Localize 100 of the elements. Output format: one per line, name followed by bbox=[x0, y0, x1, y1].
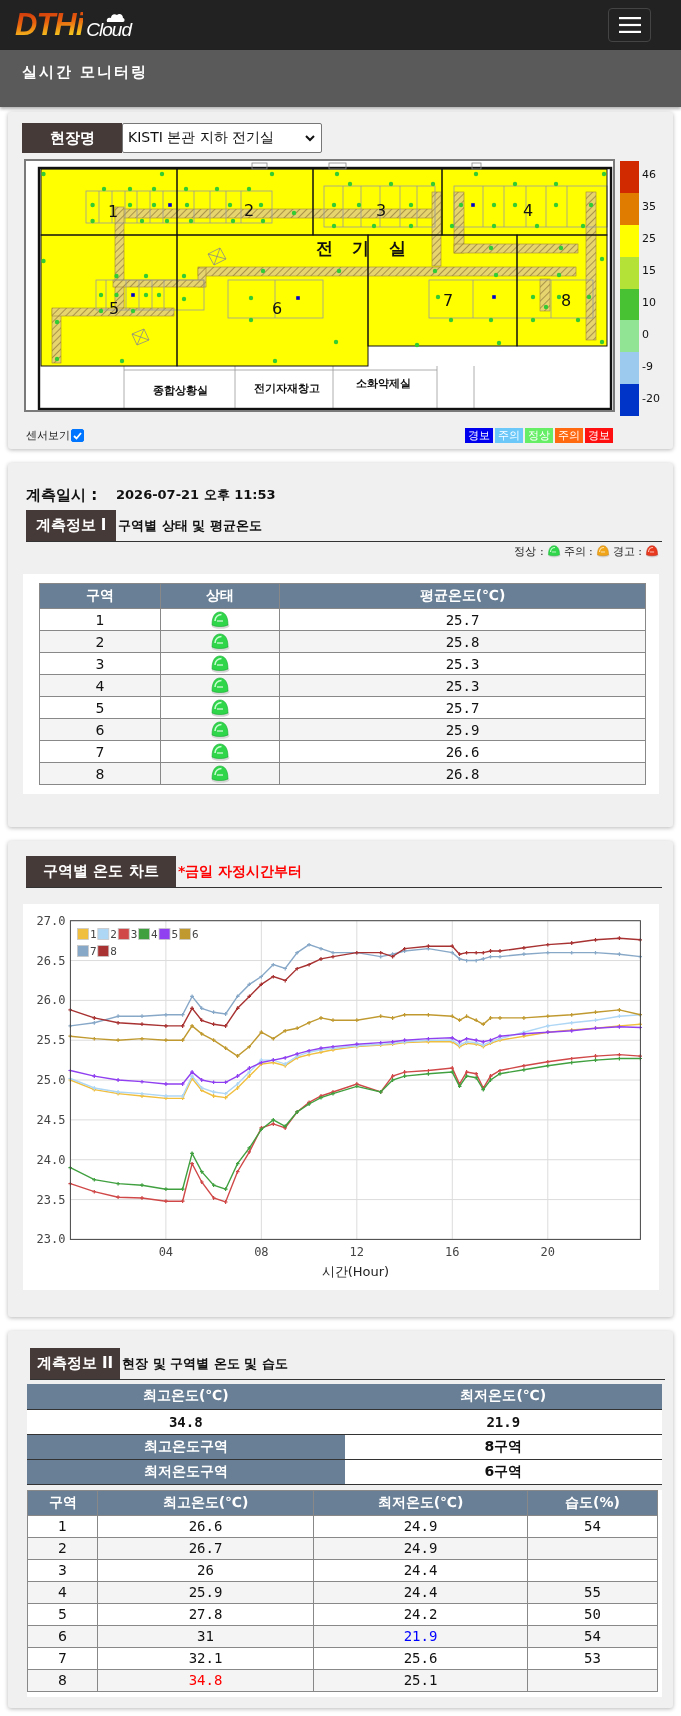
table-cell: 21.9 bbox=[313, 1625, 528, 1647]
table-cell: 5 bbox=[27, 1603, 98, 1625]
scale-label: 25 bbox=[642, 232, 656, 246]
table-cell: 54 bbox=[527, 1625, 658, 1647]
sensor-dot bbox=[54, 356, 60, 362]
sensor-dot bbox=[543, 304, 549, 310]
sensor-dot bbox=[556, 294, 562, 300]
table-cell: 7 bbox=[27, 1647, 98, 1669]
sensor-dot bbox=[151, 186, 157, 192]
date-label: 계측일시 : bbox=[26, 485, 99, 505]
sensor-dot bbox=[493, 272, 499, 278]
sensor-dot bbox=[183, 186, 189, 192]
legend-label: 7 bbox=[89, 944, 97, 958]
section-subtitle: 구역별 상태 및 평균온도 bbox=[117, 517, 262, 535]
sensor-dot bbox=[184, 202, 190, 208]
table-cell: 55 bbox=[527, 1581, 658, 1603]
sensor-dot bbox=[269, 171, 275, 177]
sensor-dot bbox=[181, 273, 187, 279]
table-cell: 4 bbox=[39, 674, 161, 697]
menu-icon bbox=[618, 17, 641, 33]
column-header: 최고온도(℃) bbox=[27, 1384, 345, 1409]
table-cell: 24.9 bbox=[313, 1515, 528, 1537]
sensor-dot bbox=[435, 294, 441, 300]
table-cell: 2 bbox=[27, 1537, 98, 1559]
sensor-dot bbox=[347, 181, 353, 187]
table-cell: 6 bbox=[27, 1625, 98, 1647]
menu-button[interactable] bbox=[608, 8, 651, 42]
sensor-dot bbox=[54, 319, 60, 325]
sensor-dot bbox=[408, 223, 414, 229]
table-cell: 26.8 bbox=[279, 762, 646, 785]
table-cell: 21.9 bbox=[344, 1409, 662, 1434]
table-cell: 24.9 bbox=[313, 1537, 528, 1559]
axis-tick-label: 20 bbox=[540, 1245, 555, 1260]
table-cell: 1 bbox=[27, 1515, 98, 1537]
sensor-dot bbox=[272, 358, 278, 364]
sensor-dot bbox=[143, 292, 149, 298]
table-cell: 8 bbox=[39, 762, 161, 785]
sensor-dot bbox=[586, 294, 592, 300]
sensor-dot bbox=[588, 202, 594, 208]
zone-number: 5 bbox=[108, 298, 120, 318]
sensor-dot bbox=[127, 186, 133, 192]
sensor-dot bbox=[260, 268, 266, 274]
table-cell: 25.1 bbox=[313, 1669, 528, 1691]
sensor-dot bbox=[580, 223, 586, 229]
table-cell: 26.6 bbox=[97, 1515, 314, 1537]
axis-tick-label: 12 bbox=[349, 1245, 365, 1260]
date-value: 2026-07-21 오후 11:53 bbox=[116, 486, 276, 504]
sensor-dot bbox=[488, 245, 494, 251]
sensor-dot bbox=[473, 171, 479, 177]
sensor-dot bbox=[575, 317, 581, 323]
zone-number: 3 bbox=[375, 200, 387, 220]
section-heading: 계측정보 II bbox=[30, 1348, 120, 1379]
table-cell: 3 bbox=[27, 1559, 98, 1581]
sensor-dot bbox=[90, 202, 95, 208]
alert-level-tag: 주의 bbox=[495, 428, 523, 444]
sensor-dot bbox=[553, 181, 559, 187]
table-cell: 25.3 bbox=[279, 674, 646, 697]
sensor-dot bbox=[101, 186, 107, 192]
scale-label: 10 bbox=[642, 296, 656, 309]
axis-tick-label: 04 bbox=[158, 1245, 174, 1260]
scale-label: 0 bbox=[642, 327, 649, 341]
page-title: 실시간 모니터링 bbox=[22, 62, 149, 82]
sensor-checkbox[interactable] bbox=[71, 429, 84, 443]
table-cell: 8구역 bbox=[344, 1434, 662, 1459]
section-subtitle: 현장 및 구역별 온도 및 습도 bbox=[121, 1355, 288, 1373]
table-cell: 25.7 bbox=[279, 696, 646, 719]
sensor-dot bbox=[246, 186, 252, 192]
column-header: 평균온도(℃) bbox=[279, 583, 646, 609]
sensor-dot bbox=[98, 292, 104, 298]
sensor-dot bbox=[449, 223, 455, 229]
table-cell: 25.9 bbox=[97, 1581, 314, 1603]
alert-level-tag: 경보 bbox=[585, 428, 613, 444]
axis-tick-label: 08 bbox=[254, 1245, 269, 1260]
sensor-dot bbox=[114, 292, 119, 298]
sensor-dot bbox=[488, 317, 494, 323]
table-cell: 50 bbox=[527, 1603, 658, 1625]
axis-tick-label: 26.0 bbox=[36, 993, 66, 1008]
alert-level-tag: 정상 bbox=[525, 428, 553, 444]
section-heading: 계측정보 I bbox=[26, 510, 116, 541]
table-cell: 24.2 bbox=[313, 1603, 528, 1625]
table-cell: 1 bbox=[39, 608, 161, 631]
column-header: 최저온도(℃) bbox=[344, 1384, 662, 1409]
status-legend-label: 주의 : bbox=[563, 544, 593, 559]
table-cell: 7 bbox=[39, 740, 161, 763]
sensor-dot bbox=[530, 317, 536, 323]
section-heading: 구역별 온도 차트 bbox=[26, 856, 176, 887]
table-cell: 2 bbox=[39, 630, 161, 653]
chart-note: *금일 자정시간부터 bbox=[177, 863, 303, 881]
site-select[interactable]: KISTI 본관 지하 전기실 bbox=[122, 123, 322, 153]
table-cell: 25.7 bbox=[279, 608, 646, 631]
sensor-dot bbox=[119, 358, 125, 364]
sensor-dot bbox=[356, 202, 362, 208]
row-header: 최저온도구역 bbox=[27, 1459, 345, 1484]
sensor-dot bbox=[601, 171, 607, 177]
sensor-dot bbox=[291, 210, 297, 216]
sensor-dot bbox=[556, 272, 562, 278]
legend-label: 4 bbox=[151, 927, 158, 941]
chevron-down-icon bbox=[305, 134, 315, 142]
table-cell: 34.8 bbox=[97, 1669, 314, 1691]
sensor-dot bbox=[248, 295, 254, 301]
